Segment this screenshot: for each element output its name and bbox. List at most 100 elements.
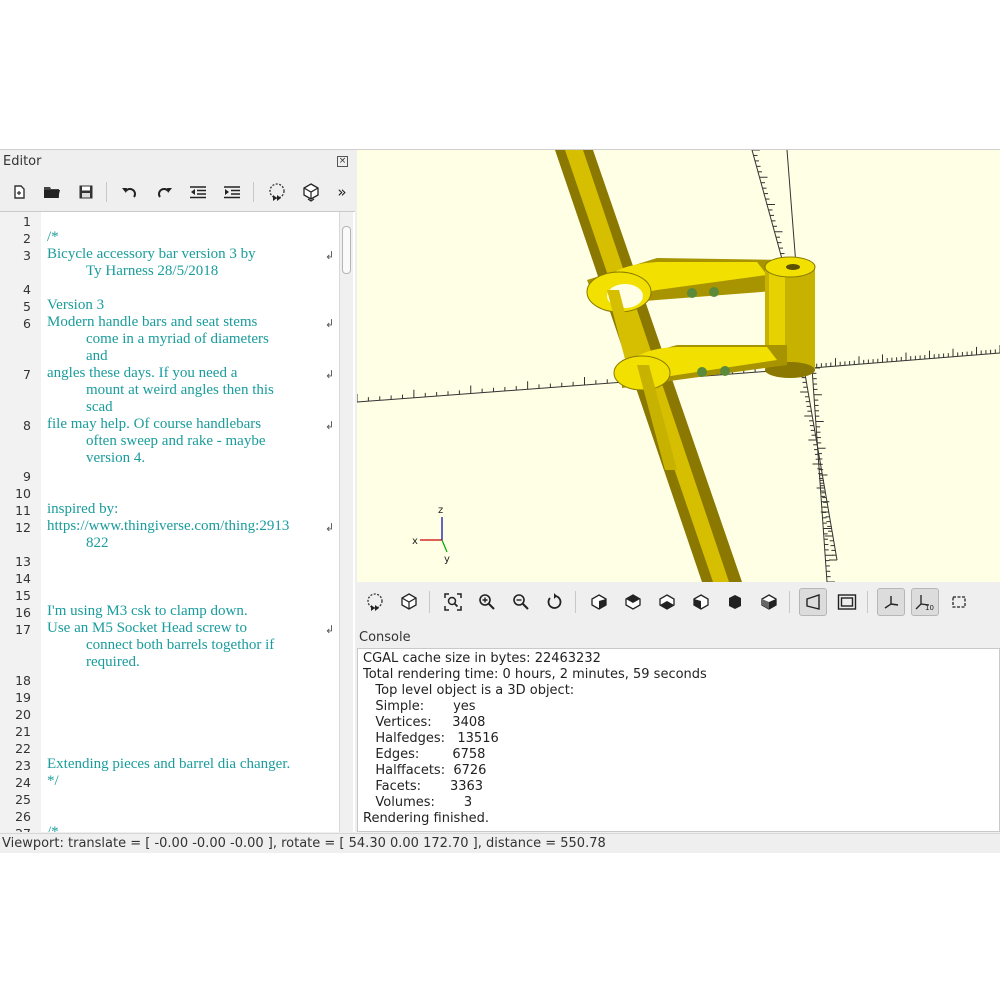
close-editor-icon[interactable]: ×: [337, 156, 348, 167]
show-scale-markers-icon[interactable]: 10: [911, 588, 939, 616]
console-line: Halffacets: 6726: [363, 763, 487, 778]
preview-icon[interactable]: [265, 180, 289, 204]
editor-title: Editor: [3, 154, 42, 169]
line-number: 27: [0, 826, 31, 832]
code-line: https://www.thingiverse.com/thing:2913: [47, 518, 290, 534]
line-number: 17: [15, 622, 31, 637]
show-edges-icon[interactable]: [945, 588, 973, 616]
code-line-wrapped: and: [86, 348, 108, 364]
console-line: CGAL cache size in bytes: 22463232: [363, 651, 601, 666]
view-front-icon[interactable]: [721, 588, 749, 616]
console-line: Edges: 6758: [363, 747, 486, 762]
code-editor[interactable]: 1 2 3 4 5 6 7 8 9 10 11 12 13 14 15 16 17 18 19 20 21 22 23 24 2…: [0, 211, 355, 832]
wrap-indicator-icon: ↲: [325, 521, 335, 534]
code-line: Modern handle bars and seat stems: [47, 314, 258, 330]
console-line: Simple: yes: [363, 699, 476, 714]
axis-z-label: z: [438, 505, 443, 516]
console-output[interactable]: CGAL cache size in bytes: 22463232 Total …: [357, 648, 1000, 832]
line-number: 21: [15, 724, 31, 739]
line-number-gutter: 1 2 3 4 5 6 7 8 9 10 11 12 13 14 15 16 17 18 19 20 21 22 23 24 2…: [0, 212, 41, 832]
line-number: 10: [15, 486, 31, 501]
code-line-wrapped: Ty Harness 28/5/2018: [86, 263, 219, 279]
wrap-indicator-icon: ↲: [325, 249, 335, 262]
open-file-icon[interactable]: [40, 180, 64, 204]
line-number: 19: [15, 690, 31, 705]
code-line: Version 3: [47, 297, 105, 313]
axis-x-label: x: [412, 536, 418, 547]
editor-scrollbar-thumb[interactable]: [342, 226, 351, 274]
line-number: 22: [15, 741, 31, 756]
undo-icon[interactable]: [118, 180, 142, 204]
line-number: 16: [15, 605, 31, 620]
code-line: angles these days. If you need a: [47, 365, 238, 381]
render-icon[interactable]: [395, 588, 423, 616]
console-line: Facets: 3363: [363, 779, 484, 794]
code-line: I'm using M3 csk to clamp down.: [47, 603, 248, 619]
line-number: 14: [15, 571, 31, 586]
preview-icon[interactable]: [361, 588, 389, 616]
line-number: 3: [23, 248, 31, 263]
view-toolbar: 10: [357, 583, 1000, 621]
wrap-indicator-icon: ↲: [325, 623, 335, 636]
code-line: Bicycle accessory bar version 3 by: [47, 246, 256, 262]
view-all-icon[interactable]: [439, 588, 467, 616]
axis-y-label: y: [444, 554, 450, 565]
line-number: 24: [15, 775, 31, 790]
code-line-wrapped: mount at weird angles then this: [86, 382, 274, 398]
model-render: x z y: [357, 150, 1000, 582]
view-right-icon[interactable]: [585, 588, 613, 616]
line-number: 6: [23, 316, 31, 331]
console-line: Volumes: 3: [363, 795, 473, 810]
view-back-icon[interactable]: [755, 588, 783, 616]
code-line: inspired by:: [47, 501, 119, 517]
code-line-wrapped: version 4.: [86, 450, 146, 466]
console-line: Top level object is a 3D object:: [363, 683, 575, 698]
editor-scrollbar[interactable]: [339, 212, 353, 832]
code-line-wrapped: 822: [86, 535, 109, 551]
code-line-wrapped: scad: [86, 399, 113, 415]
code-line: */: [47, 773, 59, 789]
line-number: 23: [15, 758, 31, 773]
zoom-in-icon[interactable]: [473, 588, 501, 616]
wrap-indicator-icon: ↲: [325, 317, 335, 330]
code-line-wrapped: come in a myriad of diameters: [86, 331, 269, 347]
indent-icon[interactable]: [220, 180, 244, 204]
code-line-wrapped: often sweep and rake - maybe: [86, 433, 266, 449]
line-number: 7: [23, 367, 31, 382]
line-number: 12: [15, 520, 31, 535]
line-number: 2: [23, 231, 31, 246]
line-number: 13: [15, 554, 31, 569]
code-line: Use an M5 Socket Head screw to: [47, 620, 247, 636]
svg-text:10: 10: [925, 604, 934, 611]
code-line: /*: [47, 824, 59, 832]
save-icon[interactable]: [74, 180, 98, 204]
view-bottom-icon[interactable]: [653, 588, 681, 616]
view-top-icon[interactable]: [619, 588, 647, 616]
new-file-icon[interactable]: [7, 180, 31, 204]
show-axes-icon[interactable]: [877, 588, 905, 616]
code-line: file may help. Of course handlebars: [47, 416, 262, 432]
line-number: 8: [23, 418, 31, 433]
status-bar: Viewport: translate = [ -0.00 -0.00 -0.0…: [0, 833, 1000, 853]
console-line: Total rendering time: 0 hours, 2 minutes…: [363, 667, 707, 682]
code-line-wrapped: connect both barrels togethor if: [86, 637, 275, 653]
code-line-wrapped: required.: [86, 654, 140, 670]
code-line: /*: [47, 229, 59, 245]
console-line: Vertices: 3408: [363, 715, 486, 730]
line-number: 9: [23, 469, 31, 484]
perspective-icon[interactable]: [799, 588, 827, 616]
more-icon[interactable]: »: [332, 180, 352, 204]
3d-viewport[interactable]: x z y: [357, 150, 1000, 582]
line-number: 26: [15, 809, 31, 824]
editor-toolbar: »: [0, 176, 355, 208]
code-line: Extending pieces and barrel dia changer.: [47, 756, 291, 772]
render-icon[interactable]: [299, 180, 323, 204]
redo-icon[interactable]: [152, 180, 176, 204]
reset-view-icon[interactable]: [541, 588, 569, 616]
view-left-icon[interactable]: [687, 588, 715, 616]
viewport-status-text: Viewport: translate = [ -0.00 -0.00 -0.0…: [2, 836, 606, 851]
orthogonal-icon[interactable]: [833, 588, 861, 616]
wrap-indicator-icon: ↲: [325, 419, 335, 432]
zoom-out-icon[interactable]: [507, 588, 535, 616]
unindent-icon[interactable]: [186, 180, 210, 204]
